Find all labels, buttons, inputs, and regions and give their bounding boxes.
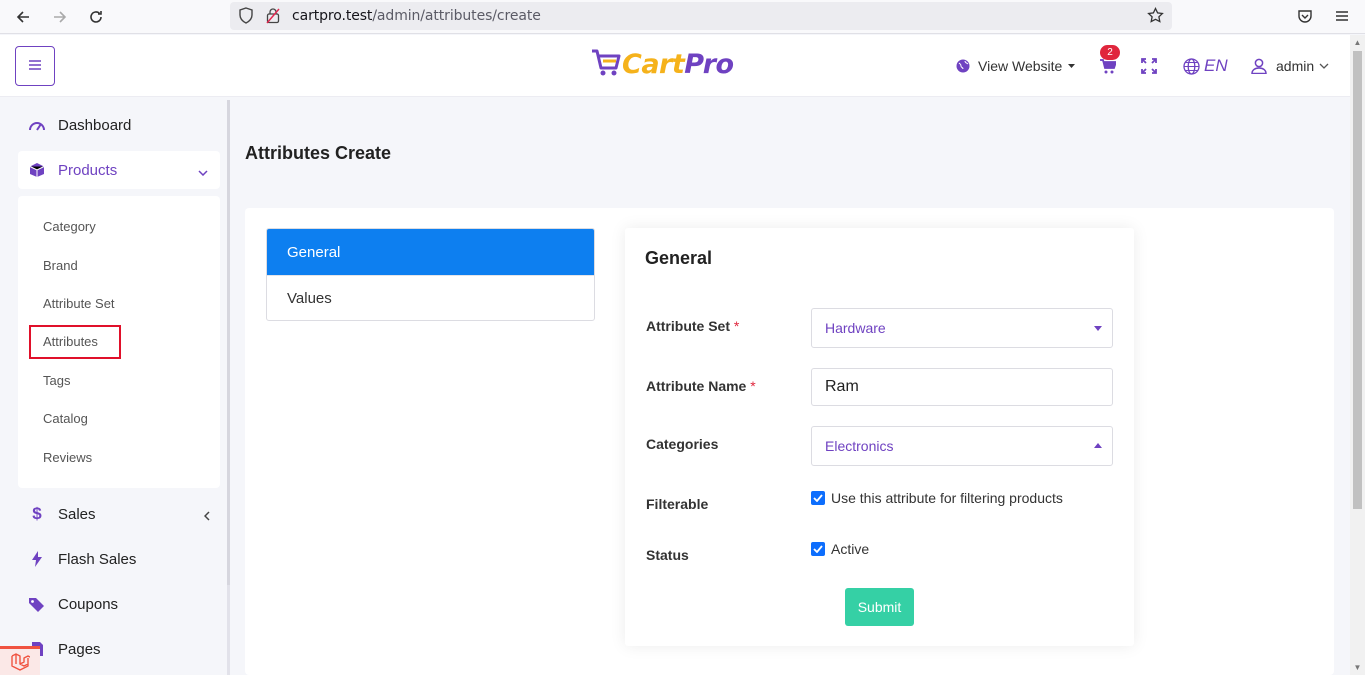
box-icon	[26, 162, 48, 178]
user-name-label: admin	[1276, 58, 1315, 74]
status-label: Status	[646, 547, 689, 563]
sidebar-item-coupons[interactable]: Coupons	[18, 585, 220, 623]
attribute-name-input[interactable]	[811, 368, 1113, 406]
dollar-icon: $	[32, 504, 42, 523]
browser-toolbar: cartpro.test/admin/attributes/create	[0, 0, 1365, 34]
language-switcher[interactable]: EN	[1183, 35, 1228, 97]
filterable-label: Filterable	[646, 496, 709, 512]
attribute-set-label-text: Attribute Set	[646, 318, 730, 334]
view-website-dropdown[interactable]: View Website	[956, 35, 1076, 97]
categories-select[interactable]: Electronics	[811, 426, 1113, 466]
sidebar-item-flash-sales[interactable]: Flash Sales	[18, 540, 220, 578]
required-asterisk: *	[733, 318, 740, 334]
user-icon	[1251, 58, 1267, 74]
tags-icon	[26, 597, 48, 612]
logo-text-pro: Pro	[684, 48, 734, 80]
sidebar-item-label: Products	[58, 161, 118, 179]
logo-text: CartPro	[622, 49, 734, 80]
sidebar-scrollbar[interactable]	[227, 100, 230, 675]
page-title: Attributes Create	[245, 143, 392, 163]
scroll-down-arrow-icon[interactable]: ▼	[1353, 663, 1362, 672]
logo-text-cart: Cart	[622, 48, 685, 80]
view-website-label: View Website	[978, 58, 1063, 74]
caret-up-icon	[1094, 443, 1102, 448]
scroll-up-arrow-icon[interactable]: ▲	[1353, 38, 1362, 47]
bolt-icon	[26, 551, 48, 567]
fullscreen-button[interactable]	[1141, 35, 1157, 97]
required-asterisk: *	[750, 378, 756, 394]
sidebar-item-label: Sales	[58, 505, 96, 523]
sidebar-item-label: Flash Sales	[58, 550, 137, 568]
shield-icon[interactable]	[238, 7, 254, 29]
laravel-debugbar-button[interactable]	[0, 646, 40, 675]
filterable-checkbox-label: Use this attribute for filtering product…	[831, 490, 1063, 506]
attribute-name-label: Attribute Name *	[646, 378, 756, 394]
chevron-left-icon	[203, 508, 210, 525]
sidebar-item-label: Dashboard	[58, 116, 132, 134]
submenu-item-category[interactable]: Category	[43, 219, 96, 234]
attribute-name-label-text: Attribute Name	[646, 378, 747, 394]
chevron-down-icon	[1319, 63, 1329, 69]
submit-button[interactable]: Submit	[845, 588, 914, 626]
categories-selected-value: Electronics	[825, 438, 894, 454]
attribute-set-select[interactable]: Hardware	[811, 308, 1113, 348]
caret-down-icon	[1068, 64, 1076, 68]
user-menu-dropdown[interactable]: admin	[1251, 35, 1329, 97]
categories-label: Categories	[646, 436, 719, 452]
submenu-item-reviews[interactable]: Reviews	[43, 450, 92, 465]
submenu-item-tags[interactable]: Tags	[43, 373, 70, 388]
sidebar-item-sales[interactable]: $ Sales	[18, 495, 220, 533]
hamburger-menu-icon[interactable]	[1334, 8, 1350, 29]
sidebar-item-label: Coupons	[58, 595, 119, 613]
url-path: /admin/attributes/create	[372, 8, 541, 24]
sidebar-item-products[interactable]: Products	[18, 151, 220, 189]
bars-icon	[29, 57, 41, 75]
status-active-checkbox[interactable]	[811, 542, 825, 556]
sidebar-toggle-button[interactable]	[15, 46, 55, 86]
submenu-item-brand[interactable]: Brand	[43, 258, 78, 273]
insecure-lock-icon[interactable]	[266, 7, 280, 29]
language-label: EN	[1204, 56, 1228, 75]
chevron-down-icon	[198, 163, 208, 180]
reload-icon[interactable]	[83, 4, 109, 30]
tab-general[interactable]: General	[267, 229, 594, 275]
annotation-highlight-box	[29, 325, 121, 359]
attribute-set-selected-value: Hardware	[825, 320, 886, 336]
laravel-logo-icon	[10, 652, 30, 672]
shopping-cart-logo-icon	[590, 46, 622, 83]
submenu-item-catalog[interactable]: Catalog	[43, 411, 88, 426]
form-tabs: General Values	[266, 228, 595, 321]
sidebar-item-label: Pages	[58, 640, 101, 658]
bookmark-star-icon[interactable]	[1147, 6, 1164, 29]
status-checkbox-row[interactable]: Active	[811, 541, 869, 557]
sidebar-item-dashboard[interactable]: Dashboard	[18, 106, 220, 144]
filterable-checkbox-row[interactable]: Use this attribute for filtering product…	[811, 490, 1063, 506]
app-header: CartPro View Website 2 EN admin	[0, 35, 1350, 97]
sidebar-scrollbar-thumb[interactable]	[227, 100, 230, 585]
scrollbar-thumb[interactable]	[1353, 51, 1362, 509]
attribute-set-label: Attribute Set *	[646, 318, 739, 334]
language-globe-icon	[1183, 57, 1200, 75]
caret-down-icon	[1094, 326, 1102, 331]
sidebar-item-pages[interactable]: Pages	[18, 630, 220, 668]
tab-values[interactable]: Values	[267, 275, 594, 320]
back-icon[interactable]	[10, 4, 36, 30]
pocket-icon[interactable]	[1297, 8, 1313, 29]
filterable-checkbox[interactable]	[811, 491, 825, 505]
url-text: cartpro.test/admin/attributes/create	[292, 8, 541, 24]
forward-icon[interactable]	[47, 4, 73, 30]
form-section-title: General	[645, 248, 713, 268]
cart-icon	[1100, 58, 1116, 74]
url-host: cartpro.test	[292, 8, 373, 24]
address-bar[interactable]: cartpro.test/admin/attributes/create	[230, 2, 1172, 30]
expand-icon	[1141, 58, 1157, 74]
status-checkbox-label: Active	[831, 541, 870, 557]
page-scrollbar[interactable]: ▲ ▼	[1350, 35, 1365, 675]
submenu-item-attribute-set[interactable]: Attribute Set	[43, 296, 115, 311]
cart-count-badge: 2	[1100, 45, 1120, 60]
globe-icon	[956, 59, 970, 73]
cartpro-logo[interactable]: CartPro	[590, 46, 734, 82]
speedometer-icon	[26, 119, 48, 131]
